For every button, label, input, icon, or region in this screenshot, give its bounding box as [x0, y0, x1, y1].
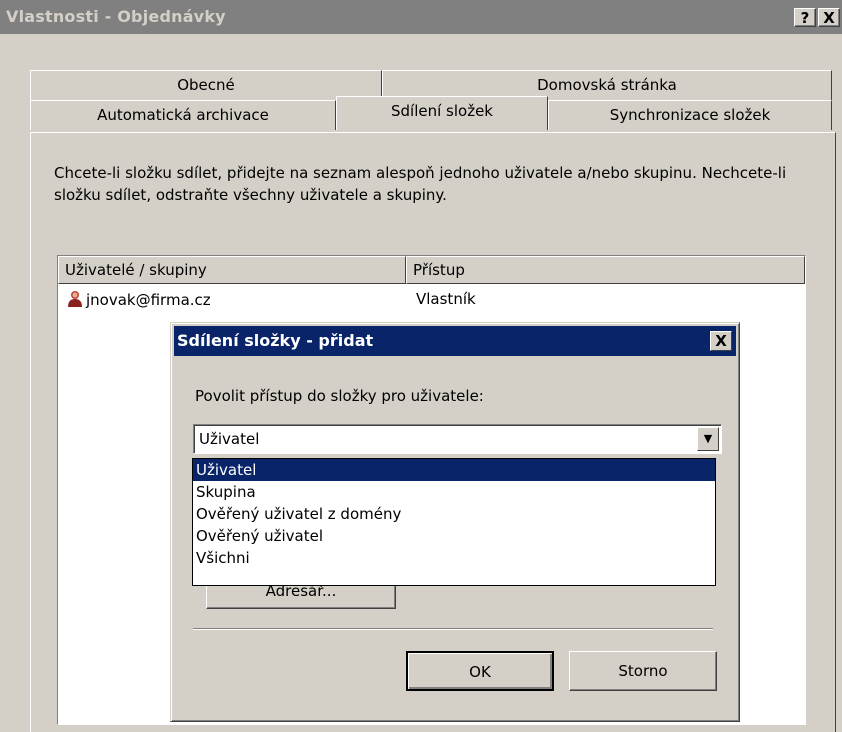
- user-type-combo[interactable]: Uživatel ▼: [193, 424, 722, 454]
- dialog-separator: [193, 628, 713, 630]
- combo-value: Uživatel: [199, 430, 260, 448]
- user-type-dropdown[interactable]: Uživatel Skupina Ověřený uživatel z domé…: [192, 458, 716, 586]
- tab-label: Obecné: [177, 76, 235, 94]
- tab-sdileni-slozek[interactable]: Sdílení složek: [336, 96, 548, 130]
- access-value: Vlastník: [416, 290, 476, 308]
- dropdown-arrow-icon[interactable]: ▼: [697, 427, 719, 451]
- tab-label: Synchronizace složek: [609, 106, 771, 124]
- tab-label: Domovská stránka: [537, 76, 677, 94]
- cancel-button[interactable]: Storno: [569, 651, 717, 691]
- column-header-access[interactable]: Přístup: [406, 256, 805, 284]
- dialog-titlebar: Sdílení složky - přidat X: [174, 326, 736, 356]
- option-overeny-uzivatel[interactable]: Ověřený uživatel: [193, 525, 715, 547]
- table-row[interactable]: jnovak@firma.cz: [66, 290, 211, 309]
- option-vsichni[interactable]: Všichni: [193, 547, 715, 569]
- tab-obecne[interactable]: Obecné: [30, 70, 382, 100]
- sharing-description: Chcete-li složku sdílet, přidejte na sez…: [54, 164, 787, 204]
- user-name: jnovak@firma.cz: [86, 291, 211, 309]
- user-icon: [68, 291, 82, 307]
- dialog-close-button[interactable]: X: [710, 331, 732, 351]
- window-titlebar: Vlastnosti - Objednávky ? X: [0, 0, 842, 34]
- column-header-users[interactable]: Uživatelé / skupiny: [58, 256, 406, 284]
- option-skupina[interactable]: Skupina: [193, 481, 715, 503]
- option-uzivatel[interactable]: Uživatel: [193, 459, 715, 481]
- help-button[interactable]: ?: [794, 8, 816, 27]
- ok-button[interactable]: OK: [406, 651, 554, 691]
- tab-label: Automatická archivace: [97, 106, 269, 124]
- tab-automaticka-archivace[interactable]: Automatická archivace: [30, 100, 336, 130]
- window-title: Vlastnosti - Objednávky: [6, 7, 226, 26]
- tab-synchronizace-slozek[interactable]: Synchronizace složek: [548, 100, 832, 130]
- option-overeny-uzivatel-z-domeny[interactable]: Ověřený uživatel z domény: [193, 503, 715, 525]
- window-close-button[interactable]: X: [818, 8, 840, 27]
- dialog-title: Sdílení složky - přidat: [177, 331, 374, 350]
- tab-label: Sdílení složek: [391, 102, 493, 120]
- access-prompt: Povolit přístup do složky pro uživatele:: [195, 387, 484, 405]
